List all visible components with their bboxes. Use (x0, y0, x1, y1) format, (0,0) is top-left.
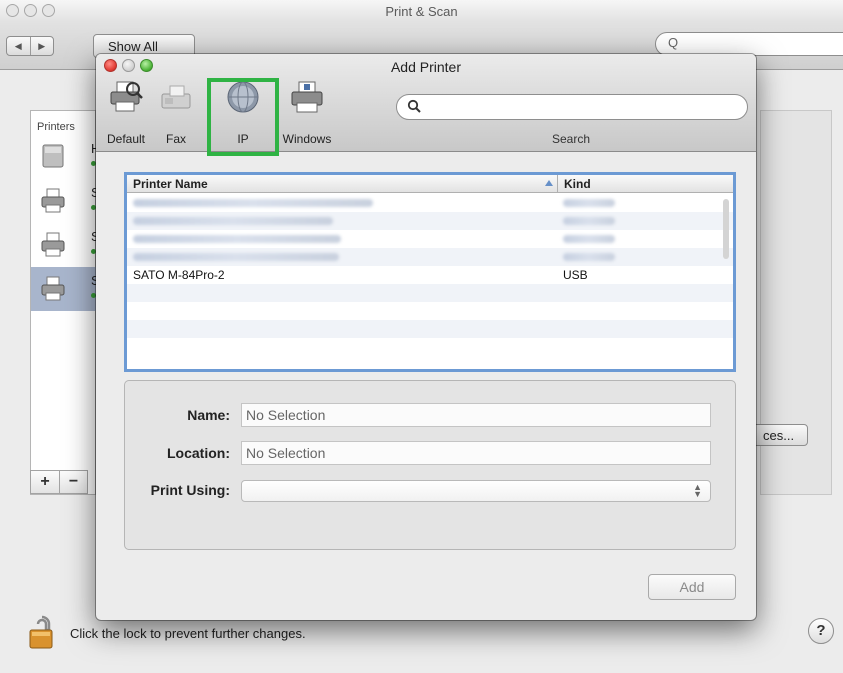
lock-message: Click the lock to prevent further change… (70, 626, 306, 641)
redacted-kind (563, 217, 615, 225)
printer-details-form: Name: No Selection Location: No Selectio… (124, 380, 736, 550)
remove-printer-button[interactable]: − (59, 471, 87, 493)
printers-list: Printers H S S (30, 110, 100, 495)
default-printer-icon (110, 81, 143, 112)
table-row[interactable]: SATO M-84Pro-2 USB (127, 266, 733, 284)
fax-icon (161, 85, 191, 109)
add-remove-buttons: + − (30, 470, 88, 494)
redacted-printer-name (133, 235, 341, 243)
printer-kind-cell: USB (563, 268, 588, 282)
location-label: Location: (167, 445, 230, 461)
print-using-select[interactable]: ▲ ▼ (241, 480, 711, 502)
table-row[interactable] (127, 230, 733, 248)
redacted-printer-name (133, 217, 333, 225)
toolbar-label: Default (106, 132, 146, 146)
laser-printer-icon (42, 144, 64, 168)
printers-label: Printers (37, 121, 75, 133)
dialog-title: Add Printer (390, 59, 462, 75)
table-header: Printer Name Kind (127, 175, 733, 193)
table-body: SATO M-84Pro-2 USB (127, 194, 733, 369)
redacted-printer-name (133, 199, 373, 207)
column-printer-name[interactable]: Printer Name (127, 175, 557, 193)
sort-ascending-icon (545, 180, 553, 186)
name-label: Name: (187, 407, 230, 423)
printer-list-item[interactable]: H (31, 135, 100, 179)
column-kind[interactable]: Kind (557, 175, 733, 193)
table-scrollbar[interactable] (723, 199, 729, 259)
toolbar-label: Fax (165, 132, 186, 146)
add-button[interactable]: Add (648, 574, 736, 600)
stepper-arrows-icon: ▲ ▼ (693, 482, 702, 499)
table-row-empty (127, 302, 733, 320)
lock-icon[interactable] (28, 614, 56, 650)
back-button[interactable]: ◀ (7, 37, 30, 55)
print-using-label: Print Using: (150, 482, 230, 498)
printer-icon (41, 232, 65, 257)
printer-list-item[interactable]: S (31, 223, 100, 267)
toolbar-windows[interactable]: Windows (274, 80, 340, 146)
toolbar-fax[interactable]: Fax (158, 80, 194, 146)
printer-list-item-selected[interactable]: S (31, 267, 100, 311)
forward-button[interactable]: ▶ (29, 37, 54, 55)
search-field[interactable] (396, 94, 748, 120)
preferences-search-field[interactable]: Q (655, 32, 843, 56)
redacted-kind (563, 199, 615, 207)
name-field[interactable]: No Selection (241, 403, 711, 427)
printer-name-cell: SATO M-84Pro-2 (133, 268, 225, 282)
toolbar-default[interactable]: Default (102, 80, 150, 146)
title-bar: Print & Scan (0, 0, 843, 22)
add-printer-toolbar: Add Printer Default Fax IP Windows Searc… (96, 54, 756, 156)
printer-icon (41, 276, 65, 301)
table-row-empty (127, 284, 733, 302)
location-field[interactable]: No Selection (241, 441, 711, 465)
nav-buttons: ◀ ▶ (6, 36, 54, 56)
windows-printer-icon (291, 81, 323, 113)
printer-table[interactable]: Printer Name Kind SATO M-84Pro-2 USB (124, 172, 736, 372)
table-row[interactable] (127, 248, 733, 266)
window-title: Print & Scan (385, 4, 458, 19)
table-row-empty (127, 338, 733, 356)
redacted-kind (563, 253, 615, 261)
redacted-kind (563, 235, 615, 243)
printer-list-item[interactable]: S (31, 179, 100, 223)
redacted-printer-name (133, 253, 339, 261)
table-row-empty (127, 320, 733, 338)
table-row[interactable] (127, 194, 733, 212)
ip-highlight-box (207, 78, 279, 156)
toolbar-label: Windows (282, 132, 332, 146)
add-printer-button[interactable]: + (31, 471, 59, 493)
table-row[interactable] (127, 212, 733, 230)
add-printer-dialog: Add Printer Default Fax IP Windows Searc… (96, 54, 756, 620)
search-label: Search (552, 132, 591, 146)
search-icon (407, 99, 421, 113)
printer-icon (41, 188, 65, 213)
help-button[interactable]: ? (808, 618, 834, 644)
